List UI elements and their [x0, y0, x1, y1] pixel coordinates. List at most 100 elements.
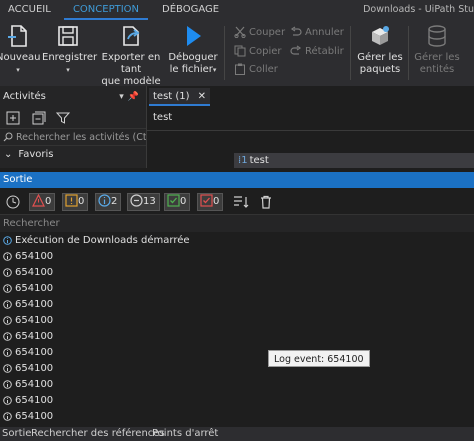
save-button[interactable]: Enregistrer ▾ [42, 22, 98, 76]
copy-button[interactable]: Copier [234, 44, 282, 60]
info-filter-button[interactable]: 2 [95, 193, 122, 211]
tab-accueil[interactable]: ACCUEIL [0, 0, 59, 20]
debug-file-button[interactable]: Déboguer le fichier▾ [168, 22, 218, 76]
activity-badge: ⁞1 [238, 153, 248, 168]
log-text: 654100 [15, 347, 54, 358]
undo-icon [290, 26, 302, 36]
log-row[interactable]: 654100 [0, 361, 474, 377]
warning-icon [65, 194, 78, 207]
clock-icon[interactable] [6, 195, 20, 209]
new-file-icon [8, 25, 27, 47]
trace-filter-button[interactable]: 13 [127, 193, 160, 211]
export-label-line1: Exporter en tant [101, 52, 161, 75]
trace-icon [3, 316, 12, 325]
errors-count: 0 [45, 196, 52, 207]
manage-entities-line1: Gérer les [414, 52, 460, 63]
panel-menu-icon[interactable]: ▾ [119, 92, 128, 102]
tab-breakpoints[interactable]: Points d'arrêt [152, 427, 218, 441]
failed-check-icon [200, 194, 213, 207]
activities-title: Activités [3, 91, 46, 102]
new-button[interactable]: Nouveau ▾ [0, 22, 40, 76]
bottom-tab-strip: Sortie Rechercher des références Points … [0, 427, 474, 441]
ribbon-separator [224, 26, 225, 80]
undo-label: Annuler [305, 27, 344, 38]
close-icon[interactable]: ✕ [198, 91, 206, 102]
redo-icon [290, 45, 302, 55]
log-row[interactable]: 654100 [0, 329, 474, 345]
log-row[interactable]: 654100 [0, 313, 474, 329]
designer-panel: test (1) ✕ test ⁞1 test [146, 86, 474, 168]
expand-all-icon[interactable] [6, 111, 20, 125]
tab-find-references[interactable]: Rechercher des références [31, 427, 165, 441]
success-filter-button[interactable]: 0 [164, 193, 191, 211]
log-row[interactable]: 654100 [0, 281, 474, 297]
log-row[interactable]: 654100 [0, 393, 474, 409]
trace-icon [130, 194, 143, 207]
filter-icon[interactable] [56, 111, 70, 125]
success-count: 0 [180, 196, 187, 207]
sort-list-icon[interactable] [233, 195, 249, 209]
favorites-label: Favoris [18, 149, 54, 160]
log-row[interactable]: 654100 [0, 377, 474, 393]
debug-label-line1: Déboguer [168, 52, 218, 63]
warnings-filter-button[interactable]: 0 [62, 193, 89, 211]
trace-icon [3, 332, 12, 341]
info-count: 2 [111, 196, 118, 207]
manage-entities-line2: entités [419, 64, 455, 75]
tab-output[interactable]: Sortie [2, 427, 31, 441]
collapse-all-icon[interactable] [32, 111, 46, 125]
trace-icon [3, 348, 12, 357]
designer-divider [147, 130, 474, 131]
ribbon-tab-strip: ACCUEIL CONCEPTION DÉBOGAGE Downloads - … [0, 0, 474, 20]
failed-filter-button[interactable]: 0 [197, 193, 224, 211]
log-row[interactable]: 654100 [0, 249, 474, 265]
tab-conception[interactable]: CONCEPTION [64, 0, 148, 20]
output-log-list: Exécution de Downloads démarrée 654100 6… [0, 233, 474, 425]
log-row[interactable]: 654100 [0, 409, 474, 425]
log-text: Exécution de Downloads démarrée [15, 235, 190, 246]
log-row[interactable]: 654100 [0, 297, 474, 313]
save-label: Enregistrer [42, 52, 98, 63]
log-text: 654100 [15, 395, 54, 406]
window-title: Downloads - UiPath Stu [363, 4, 474, 15]
log-row[interactable]: 654100 [0, 345, 474, 361]
export-template-button[interactable]: Exporter en tant que modèle [94, 22, 168, 88]
favorites-group[interactable]: ⌄ Favoris [0, 146, 146, 164]
trace-icon [3, 268, 12, 277]
trace-icon [3, 396, 12, 405]
manage-entities-button[interactable]: Gérer les entités [412, 22, 462, 76]
output-toolbar: 0 0 2 13 0 0 [0, 190, 474, 214]
paste-label: Coller [249, 64, 278, 75]
pin-icon[interactable]: 📌 [128, 92, 143, 102]
ribbon-separator [408, 26, 409, 80]
cut-button[interactable]: Couper [234, 25, 285, 41]
log-row[interactable]: 654100 [0, 265, 474, 281]
activities-search-input[interactable]: Rechercher les activités (Ctrl+ [0, 128, 146, 146]
manage-packages-line2: paquets [359, 64, 401, 75]
copy-icon [234, 45, 246, 57]
errors-filter-button[interactable]: 0 [29, 193, 56, 211]
trace-count: 13 [143, 196, 156, 207]
redo-button[interactable]: Rétablir [290, 44, 344, 60]
paste-button[interactable]: Coller [234, 62, 278, 78]
log-row[interactable]: Exécution de Downloads démarrée [0, 233, 474, 249]
output-panel-title: Sortie [0, 172, 474, 188]
activity-badge-number: 1 [241, 155, 248, 166]
sequence-activity[interactable]: ⁞1 test [234, 153, 474, 168]
manage-packages-button[interactable]: Gérer les paquets [356, 22, 404, 76]
error-icon [32, 193, 45, 207]
cut-label: Couper [249, 27, 286, 38]
tab-debogage[interactable]: DÉBOGAGE [154, 0, 227, 20]
trace-icon [3, 252, 12, 261]
save-icon [58, 26, 78, 46]
play-icon [187, 26, 201, 46]
log-text: 654100 [15, 379, 54, 390]
checkmark-icon [167, 194, 180, 207]
output-search-input[interactable]: Rechercher [0, 214, 474, 232]
trash-icon[interactable] [260, 195, 272, 209]
undo-button[interactable]: Annuler [290, 25, 344, 41]
trace-icon [3, 364, 12, 373]
activities-search-placeholder: Rechercher les activités (Ctrl+ [16, 132, 146, 143]
ribbon-separator [350, 26, 351, 80]
designer-tab[interactable]: test (1) ✕ [149, 88, 210, 106]
